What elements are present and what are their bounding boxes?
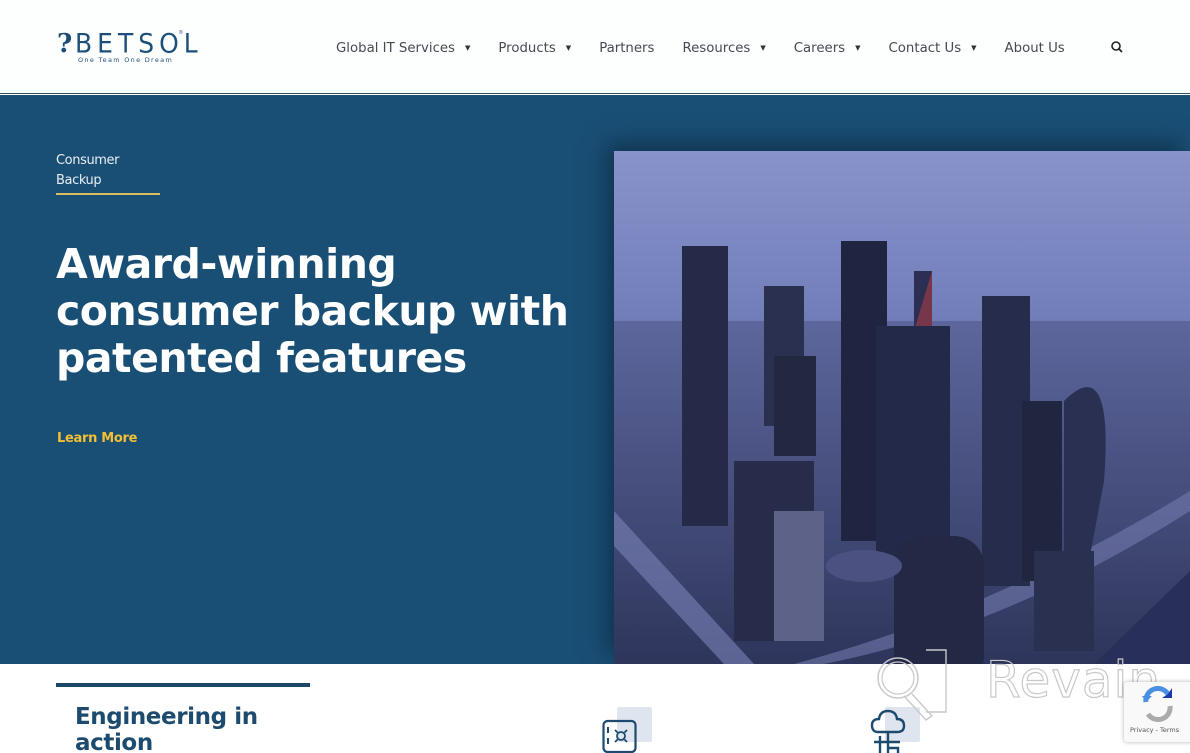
- safe-icon: [602, 719, 637, 753]
- hero-eyebrow: Consumer Backup: [56, 151, 160, 195]
- nav-label: About Us: [1004, 40, 1065, 56]
- cloud-network-icon: [870, 709, 906, 753]
- nav-label: Global IT Services: [336, 40, 455, 56]
- hero-headline: Award-winning consumer backup with paten…: [56, 240, 569, 382]
- feature-icon-cloud-network: [870, 706, 930, 753]
- search-icon[interactable]: [1109, 39, 1125, 55]
- recaptcha-icon: [1142, 686, 1173, 722]
- site-header: ? BETSOL ® One Team One Dream Global IT …: [0, 0, 1190, 94]
- city-skyline-illustration: [614, 151, 1190, 664]
- logo-mark-icon: ?: [57, 29, 73, 59]
- section-title: Engineering in action: [75, 704, 258, 753]
- caret-down-icon: ▼: [464, 44, 471, 52]
- hero-city-image: [614, 151, 1190, 664]
- recaptcha-privacy-terms-link[interactable]: Privacy - Terms: [1130, 726, 1179, 734]
- caret-down-icon: ▼: [855, 44, 861, 52]
- nav-label: Products: [498, 40, 556, 56]
- logo-wordmark: BETSOL: [75, 28, 203, 59]
- nav-partners[interactable]: Partners: [599, 41, 654, 56]
- nav-resources[interactable]: Resources ▼: [682, 41, 765, 56]
- feature-icon-safe: [602, 706, 654, 753]
- nav-label: Contact Us: [888, 40, 962, 56]
- nav-label: Careers: [793, 40, 846, 56]
- main-nav: Global IT Services ▼ Products ▼ Partners…: [336, 38, 1123, 58]
- caret-down-icon: ▼: [760, 44, 766, 52]
- nav-careers[interactable]: Careers ▼: [794, 41, 861, 56]
- section-divider: [56, 683, 310, 687]
- logo-tagline: One Team One Dream: [78, 56, 174, 64]
- nav-products[interactable]: Products ▼: [498, 41, 571, 56]
- nav-about-us[interactable]: About Us: [1005, 41, 1065, 56]
- nav-label: Resources: [682, 40, 751, 56]
- logo-registered-mark: ®: [179, 30, 183, 36]
- learn-more-link[interactable]: Learn More: [57, 431, 137, 446]
- recaptcha-badge[interactable]: Privacy - Terms: [1124, 682, 1190, 742]
- nav-contact-us[interactable]: Contact Us ▼: [889, 41, 977, 56]
- hero-section: Consumer Backup Award-winning consumer b…: [0, 95, 1190, 664]
- nav-label: Partners: [599, 40, 655, 56]
- nav-global-it-services[interactable]: Global IT Services ▼: [336, 41, 470, 56]
- betsol-logo[interactable]: ? BETSOL ® One Team One Dream: [57, 29, 198, 66]
- caret-down-icon: ▼: [565, 44, 572, 52]
- caret-down-icon: ▼: [971, 44, 977, 52]
